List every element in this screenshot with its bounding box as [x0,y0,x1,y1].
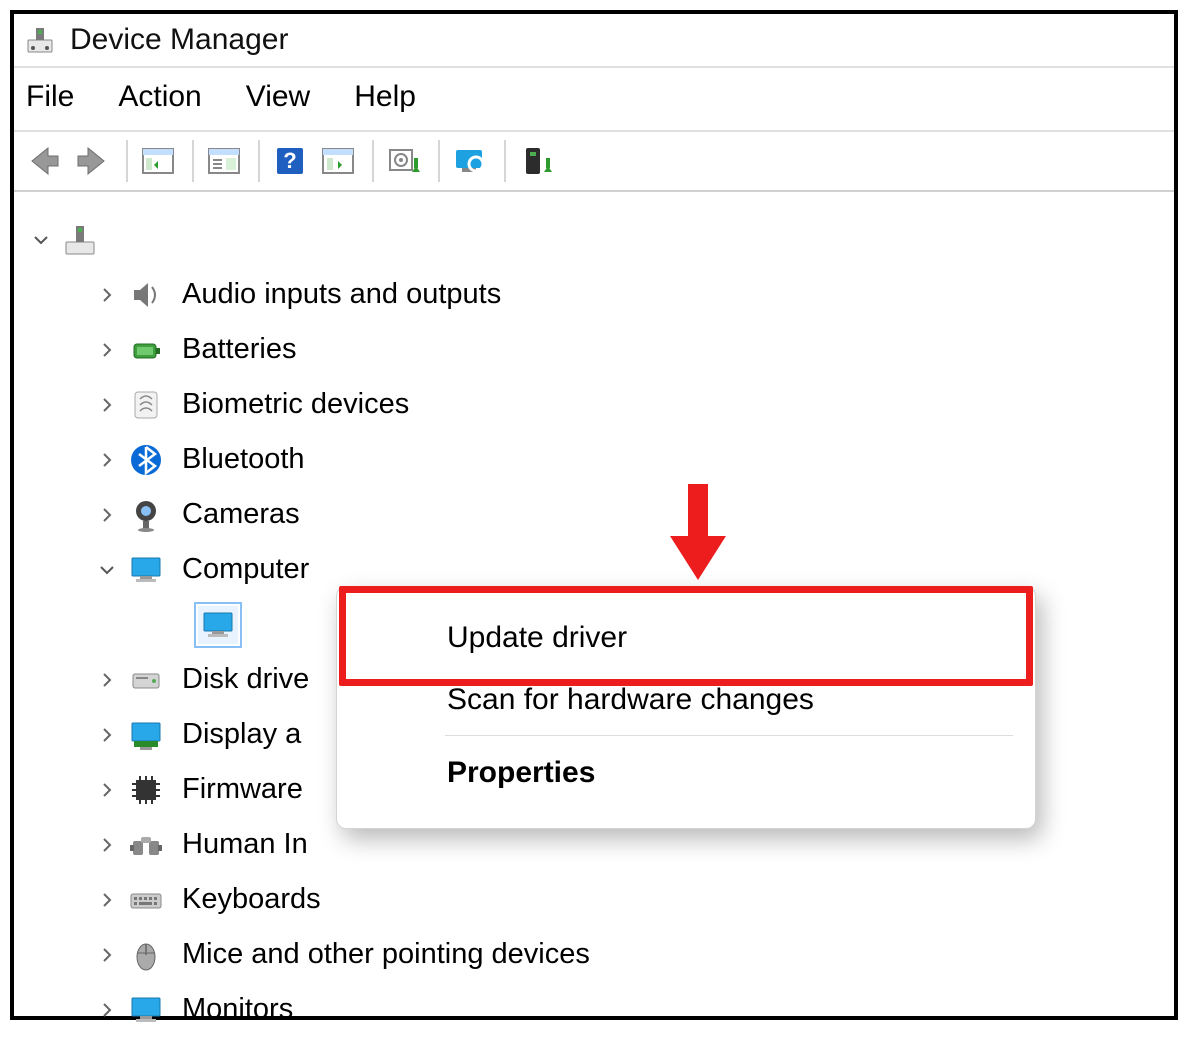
svg-text:?: ? [283,148,296,173]
hid-icon [126,826,166,864]
update-driver-button[interactable] [380,141,428,181]
tree-item-monitors[interactable]: Monitors [22,982,1166,1037]
menu-help[interactable]: Help [350,78,420,116]
menu-action[interactable]: Action [114,78,205,116]
chevron-right-icon[interactable] [94,337,120,363]
tree-item-biometric[interactable]: Biometric devices [22,377,1166,432]
context-menu-separator [445,735,1013,736]
monitor-icon [126,551,166,589]
add-legacy-button[interactable] [512,141,560,181]
tree-item-label: Mice and other pointing devices [182,938,590,971]
toolbar-separator [372,140,374,182]
tree-item-label: Disk drive [182,663,309,696]
chevron-right-icon[interactable] [94,887,120,913]
device-manager-window: Device Manager File Action View Help [10,10,1178,1020]
forward-button[interactable] [68,141,116,181]
chevron-right-icon[interactable] [94,502,120,528]
tree-item-label: Display a [182,718,301,751]
refresh-button[interactable] [314,141,362,181]
context-menu: Update driver Scan for hardware changes … [336,586,1036,829]
app-icon [24,24,56,56]
tree-item-label: Monitors [182,993,293,1026]
properties-button[interactable] [200,141,248,181]
tree-item-audio[interactable]: Audio inputs and outputs [22,267,1166,322]
tree-item-label: Cameras [182,498,300,531]
chevron-right-icon[interactable] [94,942,120,968]
scan-hardware-button[interactable] [446,141,494,181]
toolbar: ? [14,132,1174,192]
tree-item-label: Keyboards [182,883,321,916]
tree-item-cameras[interactable]: Cameras [22,487,1166,542]
toolbar-separator [438,140,440,182]
chevron-right-icon[interactable] [94,832,120,858]
chevron-down-icon[interactable] [94,557,120,583]
toolbar-separator [126,140,128,182]
disk-icon [126,661,166,699]
chevron-right-icon[interactable] [94,392,120,418]
camera-icon [126,496,166,534]
tree-item-label: Computer [182,553,309,586]
back-button[interactable] [20,141,68,181]
tree-item-label: Biometric devices [182,388,409,421]
menu-view[interactable]: View [242,78,314,116]
help-button[interactable]: ? [266,141,314,181]
toolbar-separator [504,140,506,182]
display-adapter-icon [126,716,166,754]
fingerprint-icon [126,386,166,424]
tree-item-mice[interactable]: Mice and other pointing devices [22,927,1166,982]
context-menu-item-label: Update driver [447,621,627,655]
menu-file[interactable]: File [22,78,78,116]
context-menu-scan-hardware[interactable]: Scan for hardware changes [337,669,1035,731]
chevron-right-icon[interactable] [94,282,120,308]
monitor-icon [126,991,166,1029]
tree-root[interactable] [22,212,1166,267]
context-menu-item-label: Scan for hardware changes [447,683,814,717]
firmware-icon [126,771,166,809]
speaker-icon [126,276,166,314]
chevron-right-icon[interactable] [94,777,120,803]
chevron-down-icon[interactable] [28,227,54,253]
chevron-right-icon[interactable] [94,997,120,1023]
monitor-icon [198,606,238,644]
menu-bar: File Action View Help [14,68,1174,132]
bluetooth-icon [126,441,166,479]
toolbar-separator [192,140,194,182]
tree-item-label: Bluetooth [182,443,305,476]
keyboard-icon [126,881,166,919]
mouse-icon [126,936,166,974]
context-menu-properties[interactable]: Properties [337,742,1035,804]
tree-item-batteries[interactable]: Batteries [22,322,1166,377]
tree-item-bluetooth[interactable]: Bluetooth [22,432,1166,487]
context-menu-item-label: Properties [447,756,595,790]
tree-item-label: Firmware [182,773,303,806]
chevron-right-icon[interactable] [94,667,120,693]
tree-item-label: Human In [182,828,308,861]
chevron-right-icon[interactable] [94,722,120,748]
chevron-right-icon[interactable] [94,447,120,473]
show-hide-tree-button[interactable] [134,141,182,181]
tree-item-label: Batteries [182,333,296,366]
title-bar: Device Manager [14,14,1174,68]
window-title: Device Manager [70,23,288,57]
tree-item-keyboards[interactable]: Keyboards [22,872,1166,927]
computer-tower-icon [60,221,100,259]
tree-item-label: Audio inputs and outputs [182,278,501,311]
context-menu-update-driver[interactable]: Update driver [337,587,1035,669]
toolbar-separator [258,140,260,182]
battery-icon [126,331,166,369]
